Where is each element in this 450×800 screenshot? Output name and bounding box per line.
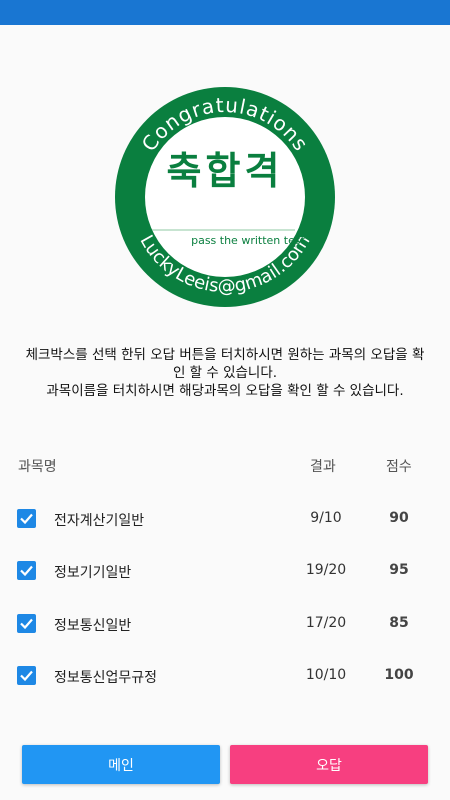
badge-center-text: 축합격 [167, 149, 284, 193]
subject-checkbox[interactable] [17, 561, 36, 580]
badge-seal-icon: Congratulations LuckyLeeis@gmail.com 축합격… [115, 87, 335, 307]
subject-checkbox[interactable] [17, 666, 36, 685]
subject-name[interactable]: 정보통신업무규정 [54, 667, 157, 687]
congratulations-badge: Congratulations LuckyLeeis@gmail.com 축합격… [100, 72, 350, 322]
subject-result: 19/20 [305, 562, 347, 578]
check-icon [20, 618, 33, 630]
header-subject: 과목명 [18, 459, 57, 475]
header-score: 점수 [386, 459, 412, 475]
subject-score: 90 [389, 510, 409, 526]
status-bar [0, 0, 450, 25]
subject-row: 정보기기일반 19/20 95 [0, 557, 450, 587]
wrong-answers-button[interactable]: 오답 [230, 745, 428, 784]
subject-result: 17/20 [305, 615, 347, 631]
check-icon [20, 670, 33, 682]
instruction-line-1: 체크박스를 선택 한뒤 오답 버튼을 터치하시면 원하는 과목의 오답을 확인 … [25, 347, 425, 381]
check-icon [20, 565, 33, 577]
subject-result: 10/10 [305, 667, 347, 683]
check-icon [20, 513, 33, 525]
subject-score: 100 [384, 667, 414, 683]
instruction-line-2: 과목이름을 터치하시면 해당과목의 오답을 확인 할 수 있습니다. [46, 383, 404, 399]
subject-checkbox[interactable] [17, 509, 36, 528]
subject-name[interactable]: 정보기기일반 [54, 562, 131, 582]
instruction-text: 체크박스를 선택 한뒤 오답 버튼을 터치하시면 원하는 과목의 오답을 확인 … [20, 346, 430, 400]
subject-score: 85 [389, 615, 409, 631]
subject-row: 정보통신일반 17/20 85 [0, 610, 450, 640]
header-result: 결과 [310, 459, 336, 475]
subject-row: 전자계산기일반 9/10 90 [0, 505, 450, 535]
subject-score: 95 [389, 562, 409, 578]
main-button[interactable]: 메인 [22, 745, 220, 784]
subject-result: 9/10 [310, 510, 342, 526]
badge-sub-text: pass the written test [191, 234, 305, 247]
subject-name[interactable]: 전자계산기일반 [54, 510, 144, 530]
subject-checkbox[interactable] [17, 614, 36, 633]
subject-row: 정보통신업무규정 10/10 100 [0, 662, 450, 692]
subject-name[interactable]: 정보통신일반 [54, 615, 131, 635]
